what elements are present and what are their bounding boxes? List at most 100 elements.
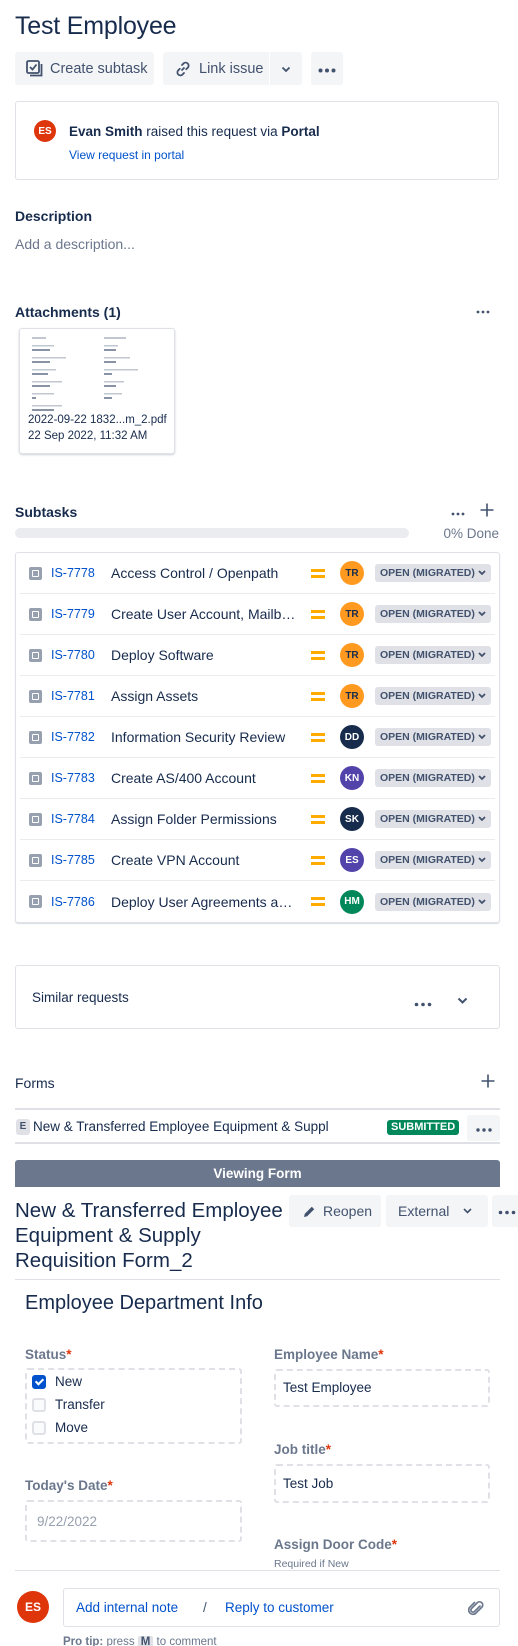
subtask-summary[interactable]: Assign Assets [111, 688, 296, 704]
job-title-field[interactable]: Test Job [274, 1464, 490, 1503]
subtask-status-dropdown[interactable]: OPEN (MIGRATED) [375, 605, 491, 623]
current-user-avatar: ES [17, 1591, 49, 1623]
add-internal-note-link[interactable]: Add internal note [76, 1600, 178, 1615]
subtask-summary[interactable]: Deploy User Agreements an... [111, 894, 296, 910]
more-horizontal-icon [498, 1203, 516, 1219]
visibility-label: External [398, 1203, 450, 1219]
status-option[interactable]: Transfer [32, 1397, 105, 1412]
forms-label: Forms [15, 1075, 55, 1091]
subtask-summary[interactable]: Create User Account, Mailbo... [111, 606, 296, 622]
subtask-status-dropdown[interactable]: OPEN (MIGRATED) [375, 810, 491, 828]
priority-medium-icon [311, 732, 325, 742]
add-subtask-button[interactable] [480, 503, 494, 522]
status-option-label: Transfer [55, 1397, 105, 1412]
employee-name-label: Employee Name* [274, 1347, 384, 1362]
subtask-status-label: OPEN (MIGRATED) [380, 690, 475, 702]
more-horizontal-icon [414, 994, 432, 1011]
comment-box[interactable]: Add internal note / Reply to customer [63, 1588, 500, 1627]
add-form-button[interactable] [481, 1074, 495, 1093]
subtask-row[interactable]: IS-7780 Deploy Software TR OPEN (MIGRATED) [20, 635, 495, 676]
similar-expand-button[interactable] [457, 992, 468, 1010]
chevron-down-icon [478, 693, 486, 699]
issue-title[interactable]: Test Employee [15, 12, 177, 41]
subtask-key[interactable]: IS-7778 [51, 566, 95, 580]
form-title: New & Transferred Employee Equipment & S… [15, 1199, 283, 1272]
form-more-button[interactable] [467, 1115, 500, 1141]
forms-divider [15, 1108, 500, 1110]
priority-medium-icon [311, 691, 325, 701]
create-subtask-button[interactable]: Create subtask [15, 52, 154, 85]
form-visibility-dropdown[interactable]: External [386, 1195, 488, 1227]
subtask-status-label: OPEN (MIGRATED) [380, 567, 475, 579]
subtask-summary[interactable]: Access Control / Openpath [111, 565, 296, 581]
subtask-key[interactable]: IS-7782 [51, 730, 95, 744]
subtask-row[interactable]: IS-7781 Assign Assets TR OPEN (MIGRATED) [20, 676, 495, 717]
subtask-row[interactable]: IS-7783 Create AS/400 Account KN OPEN (MIGR… [20, 758, 495, 799]
attachment-card[interactable]: 2022-09-22 1832...m_2.pdf 22 Sep 2022, 1… [19, 328, 175, 454]
form-section-heading: Employee Department Info [25, 1292, 263, 1314]
subtask-summary[interactable]: Create AS/400 Account [111, 770, 296, 786]
subtask-summary[interactable]: Assign Folder Permissions [111, 811, 296, 827]
description-placeholder[interactable]: Add a description... [15, 236, 135, 252]
subtask-summary[interactable]: Create VPN Account [111, 852, 296, 868]
link-issue-button[interactable]: Link issue [163, 52, 269, 85]
subtask-status-dropdown[interactable]: OPEN (MIGRATED) [375, 564, 491, 582]
required-asterisk: * [107, 1478, 113, 1493]
status-option[interactable]: New [32, 1374, 82, 1389]
checkbox[interactable] [32, 1374, 46, 1389]
todays-date-field[interactable]: 9/22/2022 [25, 1500, 242, 1542]
similar-more-button[interactable] [414, 994, 432, 1012]
reporter-name[interactable]: Evan Smith [69, 124, 143, 139]
pro-tip-post: to comment [153, 1636, 217, 1646]
raised-middle: raised this request via [142, 124, 282, 139]
subtask-key[interactable]: IS-7781 [51, 689, 95, 703]
subtask-status-dropdown[interactable]: OPEN (MIGRATED) [375, 892, 491, 911]
reply-to-customer-link[interactable]: Reply to customer [225, 1600, 334, 1615]
assignee-avatar: TR [340, 561, 364, 585]
subtask-key[interactable]: IS-7779 [51, 607, 95, 621]
attachment-paperclip-icon[interactable] [467, 1599, 484, 1622]
subtask-key[interactable]: IS-7785 [51, 853, 95, 867]
subtasks-more-button[interactable] [451, 503, 465, 521]
subtask-row[interactable]: IS-7786 Deploy User Agreements an... HM OPE… [20, 881, 495, 922]
form-list-item[interactable]: E New & Transferred Employee Equipment &… [15, 1114, 500, 1142]
plus-icon [481, 1074, 495, 1092]
link-issue-dropdown-button[interactable] [270, 52, 302, 85]
subtask-key[interactable]: IS-7784 [51, 812, 95, 826]
reopen-form-button[interactable]: Reopen [289, 1195, 381, 1227]
assignee-avatar: DD [340, 725, 364, 749]
subtask-status-dropdown[interactable]: OPEN (MIGRATED) [375, 851, 491, 869]
subtask-status-dropdown[interactable]: OPEN (MIGRATED) [375, 728, 491, 746]
subtask-key[interactable]: IS-7783 [51, 771, 95, 785]
door-code-help: Required if New [274, 1558, 349, 1570]
attachments-more-button[interactable] [476, 301, 490, 319]
checkbox[interactable] [32, 1420, 46, 1435]
attachment-thumbnail [28, 335, 168, 415]
similar-requests-panel: Similar requests [15, 965, 500, 1029]
required-asterisk: * [391, 1537, 398, 1552]
subtask-key[interactable]: IS-7786 [51, 895, 95, 909]
subtask-row[interactable]: IS-7785 Create VPN Account ES OPEN (MIGRATE… [20, 840, 495, 881]
chevron-down-icon [478, 570, 486, 576]
subtask-summary[interactable]: Deploy Software [111, 647, 296, 663]
subtask-status-label: OPEN (MIGRATED) [380, 895, 475, 908]
checkbox[interactable] [32, 1397, 46, 1412]
subtask-row[interactable]: IS-7778 Access Control / Openpath TR OPEN (… [20, 553, 495, 594]
priority-medium-icon [311, 650, 325, 660]
subtask-row[interactable]: IS-7784 Assign Folder Permissions SK OPEN (… [20, 799, 495, 840]
subtask-type-icon [29, 771, 42, 785]
job-title-label-text: Job title [274, 1442, 326, 1457]
subtask-row[interactable]: IS-7782 Information Security Review DD OPEN… [20, 717, 495, 758]
more-actions-button[interactable] [311, 52, 343, 85]
subtask-key[interactable]: IS-7780 [51, 648, 95, 662]
form-more-actions-button[interactable] [492, 1195, 518, 1227]
subtask-status-dropdown[interactable]: OPEN (MIGRATED) [375, 646, 491, 664]
employee-name-field[interactable]: Test Employee [274, 1369, 490, 1407]
subtask-status-dropdown[interactable]: OPEN (MIGRATED) [375, 769, 491, 787]
subtask-summary[interactable]: Information Security Review [111, 729, 296, 745]
view-in-portal-link[interactable]: View request in portal [69, 148, 184, 162]
channel-name: Portal [281, 124, 320, 139]
status-option[interactable]: Move [32, 1420, 88, 1435]
subtask-row[interactable]: IS-7779 Create User Account, Mailbo... TR O… [20, 594, 495, 635]
subtask-status-dropdown[interactable]: OPEN (MIGRATED) [375, 687, 491, 705]
